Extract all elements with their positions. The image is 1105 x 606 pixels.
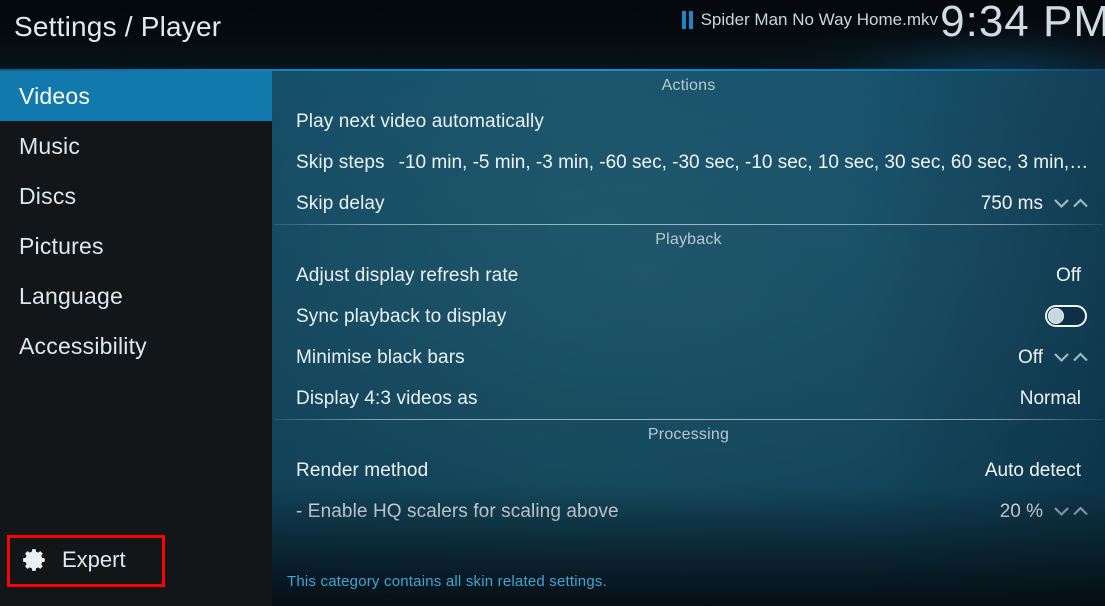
sidebar-item-label: Discs <box>19 182 77 209</box>
setting-row-enable-hq-scalers[interactable]: - Enable HQ scalers for scaling above 20… <box>272 491 1105 532</box>
setting-label: Minimise black bars <box>296 346 465 368</box>
section-title: Actions <box>661 77 716 94</box>
chevron-up-icon[interactable] <box>1072 351 1089 364</box>
chevron-down-icon[interactable] <box>1053 505 1070 518</box>
setting-label: Play next video automatically <box>296 110 544 132</box>
setting-row-adjust-display-refresh-rate[interactable]: Adjust display refresh rate Off <box>272 255 1105 296</box>
setting-value: Auto detect <box>984 459 1081 481</box>
setting-label: Skip steps <box>296 151 385 173</box>
setting-row-render-method[interactable]: Render method Auto detect <box>272 450 1105 491</box>
section-processing: Processing Render method Auto detect - E… <box>272 420 1105 532</box>
settings-level-expert-button[interactable]: Expert <box>10 537 162 583</box>
category-description: This category contains all skin related … <box>287 573 607 590</box>
sidebar-item-pictures[interactable]: Pictures <box>0 221 272 271</box>
settings-category-sidebar: Videos Music Discs Pictures Language Acc… <box>0 71 272 606</box>
gear-icon <box>23 549 45 571</box>
chevron-down-icon[interactable] <box>1053 197 1070 210</box>
sidebar-item-label: Accessibility <box>19 332 147 359</box>
spinner-control[interactable] <box>1053 337 1089 378</box>
page-title: Settings / Player <box>14 11 222 42</box>
sidebar-item-label: Language <box>19 282 123 309</box>
setting-label: - Enable HQ scalers for scaling above <box>296 500 619 522</box>
sidebar-item-label: Videos <box>19 82 91 109</box>
setting-label: Render method <box>296 459 429 481</box>
setting-row-display-4-3-videos-as[interactable]: Display 4:3 videos as Normal <box>272 378 1105 419</box>
setting-value: 20 % <box>999 500 1043 522</box>
section-actions: Actions Play next video automatically Sk… <box>272 71 1105 225</box>
pause-icon <box>681 11 693 29</box>
sidebar-item-accessibility[interactable]: Accessibility <box>0 321 272 371</box>
section-playback: Playback Adjust display refresh rate Off… <box>272 225 1105 420</box>
spinner-control[interactable] <box>1053 491 1089 532</box>
spinner-control[interactable] <box>1053 183 1089 224</box>
setting-label: Sync playback to display <box>296 305 507 327</box>
setting-value: Normal <box>1019 387 1081 409</box>
setting-value: 750 ms <box>980 192 1043 214</box>
setting-row-minimise-black-bars[interactable]: Minimise black bars Off <box>272 337 1105 378</box>
setting-value: -10 min, -5 min, -3 min, -60 sec, -30 se… <box>398 151 1089 173</box>
sidebar-item-music[interactable]: Music <box>0 121 272 171</box>
sync-playback-toggle[interactable] <box>1045 305 1087 327</box>
now-playing-indicator: Spider Man No Way Home.mkv <box>681 10 938 30</box>
top-header-bar: Settings / Player Spider Man No Way Home… <box>0 0 1105 71</box>
settings-content-panel: Actions Play next video automatically Sk… <box>272 71 1105 606</box>
setting-label: Skip delay <box>296 192 385 214</box>
chevron-down-icon[interactable] <box>1053 351 1070 364</box>
section-title: Playback <box>655 231 722 248</box>
chevron-up-icon[interactable] <box>1072 505 1089 518</box>
chevron-up-icon[interactable] <box>1072 197 1089 210</box>
setting-value: Off <box>1056 264 1081 286</box>
sidebar-item-label: Music <box>19 132 81 159</box>
sidebar-item-language[interactable]: Language <box>0 271 272 321</box>
setting-label: Display 4:3 videos as <box>296 387 478 409</box>
setting-row-play-next-video-automatically[interactable]: Play next video automatically <box>272 101 1105 142</box>
setting-value: Off <box>1018 346 1043 368</box>
setting-row-sync-playback-to-display[interactable]: Sync playback to display <box>272 296 1105 337</box>
clock: 9:34 PM <box>940 0 1105 46</box>
setting-row-skip-steps[interactable]: Skip steps -10 min, -5 min, -3 min, -60 … <box>272 142 1105 183</box>
sidebar-item-label: Pictures <box>19 232 104 259</box>
setting-row-skip-delay[interactable]: Skip delay 750 ms <box>272 183 1105 224</box>
now-playing-title: Spider Man No Way Home.mkv <box>700 10 938 29</box>
setting-label: Adjust display refresh rate <box>296 264 519 286</box>
sidebar-item-videos[interactable]: Videos <box>0 71 272 121</box>
expert-label: Expert <box>62 547 126 572</box>
section-title: Processing <box>647 426 730 443</box>
toggle-knob <box>1048 308 1064 324</box>
sidebar-item-discs[interactable]: Discs <box>0 171 272 221</box>
